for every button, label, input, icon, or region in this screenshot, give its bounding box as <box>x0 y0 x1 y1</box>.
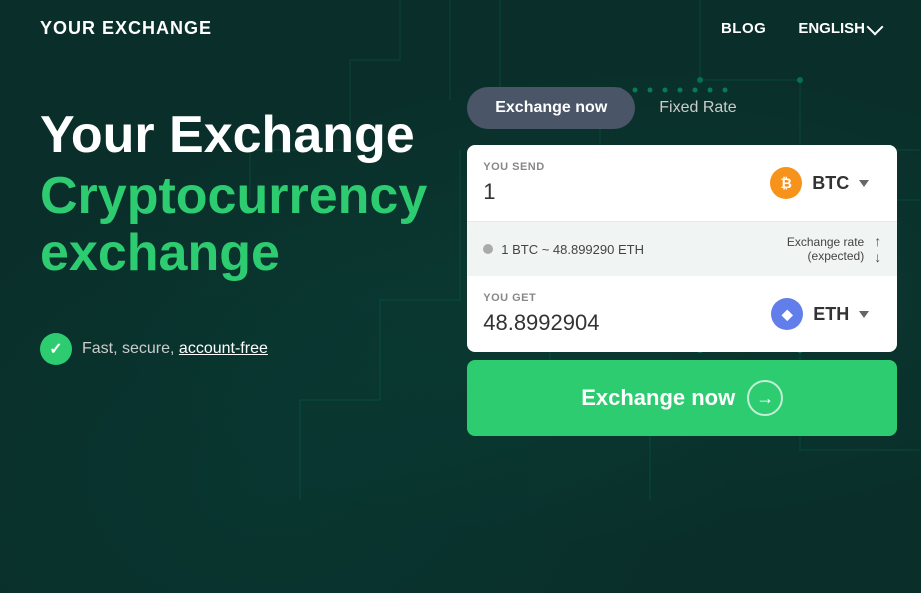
get-left: YOU GET 48.8992904 <box>483 292 759 336</box>
rate-label: Exchange rate <box>787 235 864 249</box>
tab-exchange-now[interactable]: Exchange now <box>467 87 635 129</box>
check-circle-icon: ✓ <box>40 333 72 365</box>
btc-icon: ₿ <box>770 167 802 199</box>
rate-right: Exchange rate (expected) ↑ ↓ <box>787 234 881 264</box>
logo: YOUR EXCHANGE <box>40 18 212 39</box>
account-free-link[interactable]: account-free <box>179 340 268 357</box>
hero-tagline-row: ✓ Fast, secure, account-free <box>40 333 427 365</box>
send-currency-selector[interactable]: ₿ BTC <box>758 159 881 207</box>
swap-arrows-button[interactable]: ↑ ↓ <box>874 234 881 264</box>
send-left: YOU SEND <box>483 161 758 205</box>
eth-icon: ◆ <box>771 298 803 330</box>
get-currency-name: ETH <box>813 304 849 325</box>
send-currency-caret-icon <box>859 180 869 187</box>
blog-link[interactable]: BLOG <box>721 20 766 37</box>
send-amount-input[interactable] <box>483 179 683 205</box>
tab-fixed-rate[interactable]: Fixed Rate <box>651 87 744 129</box>
exchange-now-button[interactable]: Exchange now → <box>467 360 897 436</box>
nav: BLOG ENGLISH <box>721 20 881 37</box>
hero-tagline-text: Fast, secure, account-free <box>82 340 268 358</box>
language-label: ENGLISH <box>798 20 865 37</box>
rate-label-expected: (expected) <box>787 249 864 263</box>
tab-bar: Exchange now Fixed Rate <box>467 87 897 129</box>
exchange-btn-label: Exchange now <box>581 385 735 411</box>
hero-title-line2: Cryptocurrency <box>40 168 427 225</box>
hero-title-line1: Your Exchange <box>40 107 427 164</box>
send-currency-name: BTC <box>812 173 849 194</box>
rate-info-text: 1 BTC ~ 48.899290 ETH <box>501 242 644 257</box>
language-selector[interactable]: ENGLISH <box>798 20 881 37</box>
check-icon: ✓ <box>49 339 62 359</box>
chevron-down-icon <box>867 18 884 35</box>
header: YOUR EXCHANGE BLOG ENGLISH <box>0 0 921 57</box>
exchange-widget: Exchange now Fixed Rate YOU SEND ₿ BTC 1… <box>467 87 897 436</box>
get-currency-caret-icon <box>859 311 869 318</box>
rate-info-row: 1 BTC ~ 48.899290 ETH Exchange rate (exp… <box>467 222 897 276</box>
you-get-value: 48.8992904 <box>483 310 759 336</box>
you-get-label: YOU GET <box>483 292 759 304</box>
you-get-box: YOU GET 48.8992904 ◆ ETH <box>467 276 897 352</box>
get-currency-selector[interactable]: ◆ ETH <box>759 290 881 338</box>
you-send-box: YOU SEND ₿ BTC <box>467 145 897 222</box>
main-content: Your Exchange Cryptocurrency exchange ✓ … <box>0 57 921 436</box>
hero-title-line3: exchange <box>40 225 427 282</box>
arrow-right-icon: → <box>747 380 783 416</box>
rate-row-inner: 1 BTC ~ 48.899290 ETH <box>483 242 644 257</box>
hero-section: Your Exchange Cryptocurrency exchange ✓ … <box>40 87 427 365</box>
arrow-down-icon: ↓ <box>874 250 881 264</box>
you-send-label: YOU SEND <box>483 161 758 173</box>
indicator-dot <box>483 244 493 254</box>
arrow-up-icon: ↑ <box>874 234 881 248</box>
